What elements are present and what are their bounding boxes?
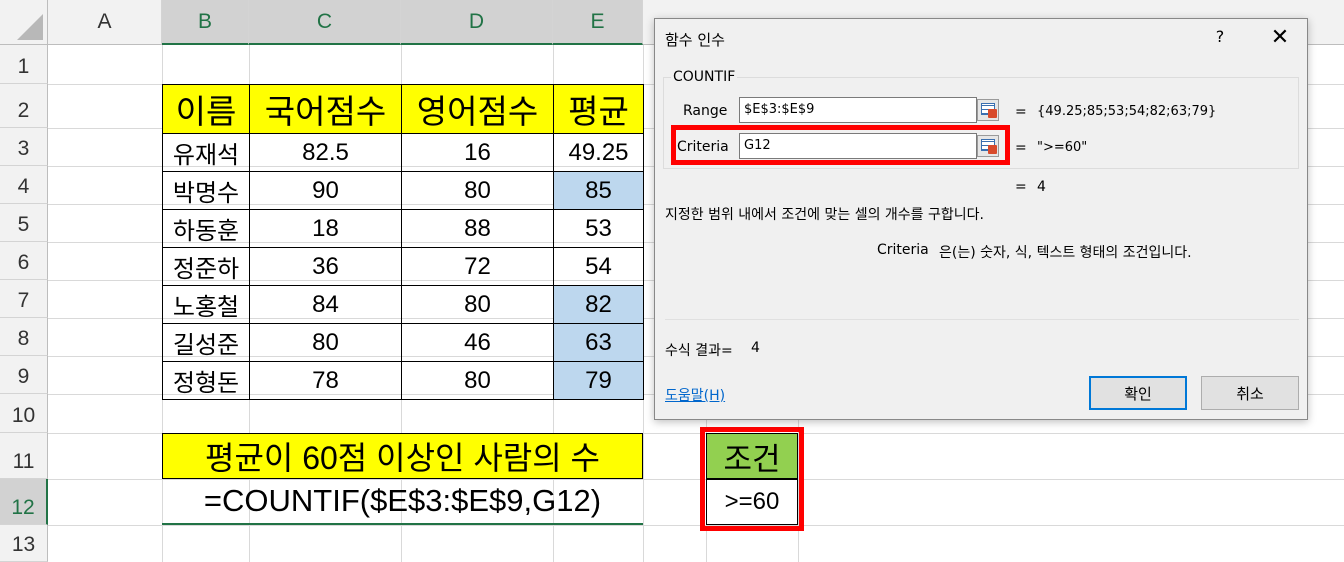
- row-header-9[interactable]: 9: [0, 356, 48, 394]
- formula-cell[interactable]: =COUNTIF($E$3:$E$9,G12): [162, 479, 643, 525]
- function-description: 지정한 범위 내에서 조건에 맞는 셀의 개수를 구합니다.: [665, 207, 984, 223]
- banner-cell[interactable]: 평균이 60점 이상인 사람의 수: [162, 433, 643, 479]
- table-header-row: 이름 국어점수 영어점수 평균: [162, 84, 644, 134]
- help-icon[interactable]: ?: [1208, 27, 1232, 46]
- range-equals: =: [1015, 104, 1027, 120]
- row-header-13[interactable]: 13: [0, 525, 48, 562]
- table-row: 길성준 80 46 63: [162, 323, 644, 362]
- column-header-e[interactable]: E: [553, 0, 643, 45]
- row-header-6[interactable]: 6: [0, 242, 48, 280]
- cell-english[interactable]: 88: [401, 209, 554, 248]
- range-ref-arrow-icon: [988, 109, 997, 118]
- cell-english[interactable]: 46: [401, 323, 554, 362]
- column-header-b[interactable]: B: [162, 0, 249, 45]
- cell-average[interactable]: 79: [553, 361, 644, 400]
- range-result: {49.25;85;53;54;82;63;79}: [1037, 104, 1217, 119]
- row-header-12[interactable]: 12: [0, 479, 48, 525]
- cell-average[interactable]: 85: [553, 171, 644, 210]
- ok-button[interactable]: 확인: [1089, 376, 1187, 410]
- formula-result-value: 4: [751, 340, 760, 356]
- row-header-2[interactable]: 2: [0, 84, 48, 128]
- argument-name: Criteria: [877, 242, 929, 258]
- argument-description: 은(는) 숫자, 식, 텍스트 형태의 조건입니다.: [939, 245, 1192, 261]
- row-header-8[interactable]: 8: [0, 318, 48, 356]
- table-row: 하동훈 18 88 53: [162, 209, 644, 248]
- select-all-corner[interactable]: [0, 0, 48, 45]
- cell-english[interactable]: 72: [401, 247, 554, 286]
- row-header-7[interactable]: 7: [0, 280, 48, 318]
- help-link[interactable]: 도움말(H): [665, 385, 725, 405]
- cell-name[interactable]: 정형돈: [162, 361, 250, 400]
- header-cell-average[interactable]: 평균: [553, 84, 644, 134]
- dialog-title: 함수 인수: [665, 31, 725, 49]
- cell-korean[interactable]: 90: [249, 171, 402, 210]
- cell-average[interactable]: 49.25: [553, 133, 644, 172]
- cell-english[interactable]: 80: [401, 171, 554, 210]
- row-header-4[interactable]: 4: [0, 166, 48, 204]
- select-all-icon: [17, 14, 43, 40]
- cell-average[interactable]: 54: [553, 247, 644, 286]
- cell-korean[interactable]: 82.5: [249, 133, 402, 172]
- cell-name[interactable]: 노홍철: [162, 285, 250, 324]
- cell-name[interactable]: 길성준: [162, 323, 250, 362]
- criteria-result: ">=60": [1037, 140, 1088, 155]
- condition-highlight-frame: [700, 427, 804, 531]
- total-result: 4: [1037, 179, 1046, 195]
- range-collapse-button[interactable]: [977, 99, 999, 121]
- table-row: 노홍철 84 80 82: [162, 285, 644, 324]
- cell-english[interactable]: 80: [401, 361, 554, 400]
- cancel-button[interactable]: 취소: [1201, 376, 1299, 410]
- cell-name[interactable]: 유재석: [162, 133, 250, 172]
- table-row: 박명수 90 80 85: [162, 171, 644, 210]
- formula-result-label: 수식 결과=: [665, 343, 733, 359]
- row-header-11[interactable]: 11: [0, 433, 48, 479]
- cell-korean[interactable]: 80: [249, 323, 402, 362]
- criteria-equals: =: [1015, 140, 1027, 156]
- cell-average[interactable]: 53: [553, 209, 644, 248]
- header-cell-korean[interactable]: 국어점수: [249, 84, 402, 134]
- column-header-d[interactable]: D: [401, 0, 553, 45]
- close-icon[interactable]: ✕: [1267, 25, 1293, 50]
- cell-korean[interactable]: 18: [249, 209, 402, 248]
- table-row: 정준하 36 72 54: [162, 247, 644, 286]
- cell-korean[interactable]: 36: [249, 247, 402, 286]
- cell-korean[interactable]: 78: [249, 361, 402, 400]
- cell-name[interactable]: 정준하: [162, 247, 250, 286]
- row-header-3[interactable]: 3: [0, 128, 48, 166]
- gridline: [48, 525, 1344, 526]
- range-label: Range: [683, 103, 728, 119]
- cell-name[interactable]: 박명수: [162, 171, 250, 210]
- cell-korean[interactable]: 84: [249, 285, 402, 324]
- row-header-5[interactable]: 5: [0, 204, 48, 242]
- table-row: 정형돈 78 80 79: [162, 361, 644, 400]
- header-cell-name[interactable]: 이름: [162, 84, 250, 134]
- cell-average[interactable]: 82: [553, 285, 644, 324]
- row-header-10[interactable]: 10: [0, 394, 48, 433]
- cell-name[interactable]: 하동훈: [162, 209, 250, 248]
- total-equals: =: [1015, 179, 1027, 195]
- divider: [665, 319, 1299, 320]
- table-row: 유재석 82.5 16 49.25: [162, 133, 644, 172]
- criteria-highlight-frame: [671, 125, 1010, 165]
- cell-english[interactable]: 16: [401, 133, 554, 172]
- column-header-c[interactable]: C: [249, 0, 401, 45]
- range-input[interactable]: $E$3:$E$9: [739, 97, 977, 123]
- function-arguments-dialog: 함수 인수 ? ✕ COUNTIF Range $E$3:$E$9 = {49.…: [654, 18, 1308, 420]
- row-header-1[interactable]: 1: [0, 45, 48, 84]
- score-table: 이름 국어점수 영어점수 평균 유재석 82.5 16 49.25 박명수 90…: [162, 84, 644, 400]
- cell-average[interactable]: 63: [553, 323, 644, 362]
- header-cell-english[interactable]: 영어점수: [401, 84, 554, 134]
- function-name: COUNTIF: [671, 69, 738, 85]
- column-header-a[interactable]: A: [48, 0, 162, 45]
- cell-english[interactable]: 80: [401, 285, 554, 324]
